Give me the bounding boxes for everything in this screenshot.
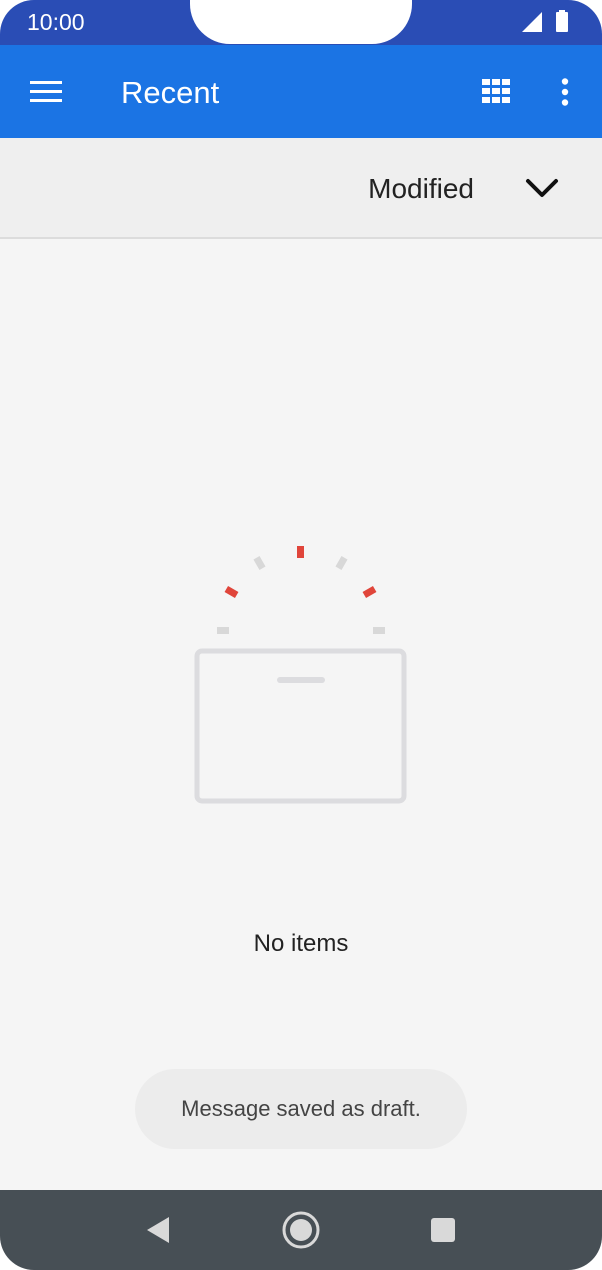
menu-icon[interactable] <box>30 81 62 103</box>
signal-icon <box>522 12 542 32</box>
sort-bar: Modified <box>0 138 602 239</box>
recents-icon[interactable] <box>430 1217 456 1243</box>
grid-view-icon[interactable] <box>482 79 510 103</box>
display-notch <box>190 0 412 44</box>
battery-icon <box>556 10 568 32</box>
snackbar-toast: Message saved as draft. <box>135 1069 467 1149</box>
phone-screen: 10:00 Recent Modified No items Message s… <box>0 0 602 1270</box>
sort-dropdown-label[interactable]: Modified <box>368 173 474 205</box>
empty-folder-icon <box>194 546 407 804</box>
chevron-down-icon[interactable] <box>525 178 559 198</box>
app-bar: Recent <box>0 45 602 138</box>
home-icon[interactable] <box>281 1210 321 1250</box>
status-time: 10:00 <box>27 9 85 35</box>
toast-message: Message saved as draft. <box>181 1096 421 1121</box>
back-icon[interactable] <box>145 1216 171 1244</box>
system-nav-bar <box>0 1190 602 1270</box>
empty-state-message: No items <box>253 930 349 957</box>
more-options-icon[interactable] <box>560 78 570 106</box>
page-title: Recent <box>121 75 220 110</box>
